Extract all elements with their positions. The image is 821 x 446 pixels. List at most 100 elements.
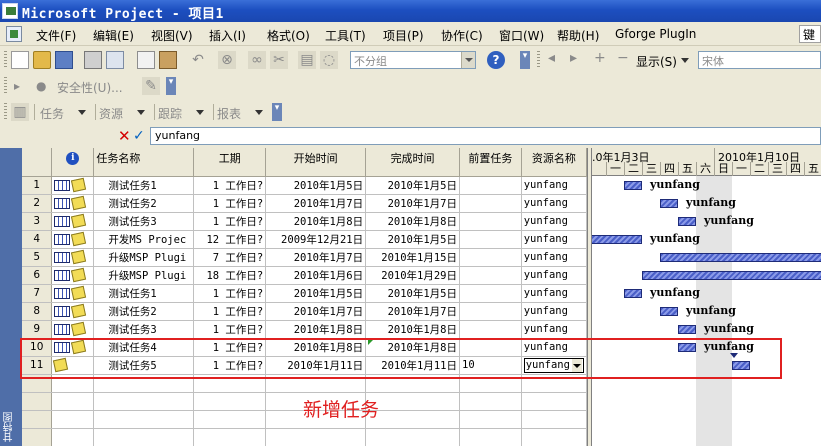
project-app-icon[interactable] bbox=[2, 3, 18, 19]
track-menu[interactable]: 跟踪 bbox=[158, 105, 205, 122]
duration-cell[interactable] bbox=[193, 410, 267, 429]
menu-collaborate[interactable]: 协作(C) bbox=[441, 27, 483, 44]
duration-cell[interactable]: 7 工作日? bbox=[193, 248, 267, 267]
group-by-select[interactable]: 不分组 bbox=[350, 51, 476, 69]
indicators-cell[interactable] bbox=[51, 266, 95, 285]
duration-cell[interactable]: 1 工作日? bbox=[193, 176, 267, 195]
row-number[interactable]: 4 bbox=[22, 230, 53, 249]
resource-cell[interactable]: yunfang bbox=[521, 284, 587, 303]
duration-cell[interactable]: 1 工作日? bbox=[193, 212, 267, 231]
gantt-bar[interactable] bbox=[678, 325, 696, 334]
start-cell[interactable]: 2010年1月5日 bbox=[265, 176, 367, 195]
visual-basic-icon[interactable]: ✎ bbox=[142, 77, 160, 95]
row-number[interactable]: 6 bbox=[22, 266, 53, 285]
menu-window[interactable]: 窗口(W) bbox=[499, 27, 544, 44]
hyperlink-icon[interactable]: ⊗ bbox=[218, 51, 236, 69]
font-select[interactable]: 宋体 bbox=[698, 51, 821, 69]
resource-cell[interactable]: yunfang bbox=[521, 266, 587, 285]
gantt-bar[interactable] bbox=[624, 289, 642, 298]
row-number[interactable]: 5 bbox=[22, 248, 53, 267]
report-menu[interactable]: 报表 bbox=[217, 105, 264, 122]
row-number[interactable]: 1 bbox=[22, 176, 53, 195]
confirm-entry-icon[interactable]: ✓ bbox=[133, 129, 145, 143]
duration-cell[interactable]: 1 工作日? bbox=[193, 302, 267, 321]
start-cell[interactable]: 2010年1月6日 bbox=[265, 266, 367, 285]
finish-cell[interactable]: 2010年1月5日 bbox=[365, 176, 461, 195]
toolbar-grip[interactable] bbox=[4, 51, 7, 68]
task-name-cell[interactable]: 测试任务1 bbox=[93, 176, 195, 195]
indicators-cell[interactable] bbox=[51, 230, 95, 249]
column-header-start[interactable]: 开始时间 bbox=[265, 148, 367, 177]
task-name-cell[interactable] bbox=[93, 410, 195, 429]
task-name-cell[interactable]: 开发MS Projec bbox=[93, 230, 195, 249]
predecessors-cell[interactable] bbox=[459, 194, 522, 213]
finish-cell[interactable]: 2010年1月7日 bbox=[365, 194, 461, 213]
menu-file[interactable]: 文件(F) bbox=[36, 27, 76, 44]
resource-cell[interactable]: yunfang bbox=[521, 302, 587, 321]
column-header-predecessors[interactable]: 前置任务 bbox=[459, 148, 522, 177]
split-task-icon[interactable]: ◌ bbox=[320, 51, 338, 69]
finish-cell[interactable] bbox=[365, 428, 461, 446]
start-cell[interactable]: 2010年1月7日 bbox=[265, 248, 367, 267]
predecessors-cell[interactable] bbox=[459, 428, 522, 446]
menu-edit[interactable]: 编辑(E) bbox=[93, 27, 134, 44]
menu-insert[interactable]: 插入(I) bbox=[209, 27, 246, 44]
column-header-finish[interactable]: 完成时间 bbox=[365, 148, 461, 177]
indicators-cell[interactable] bbox=[51, 248, 95, 267]
toolbar-grip[interactable] bbox=[4, 103, 7, 120]
table-row[interactable]: 8 测试任务2 1 工作日? 2010年1月7日 2010年1月7日 yunfang bbox=[22, 302, 587, 321]
row-number[interactable]: 9 bbox=[22, 320, 53, 339]
duration-cell[interactable]: 1 工作日? bbox=[193, 194, 267, 213]
play-icon[interactable]: ▸ bbox=[14, 79, 20, 93]
resource-cell[interactable]: yunfang bbox=[521, 230, 587, 249]
predecessors-cell[interactable] bbox=[459, 230, 522, 249]
start-cell[interactable]: 2010年1月8日 bbox=[265, 212, 367, 231]
row-number[interactable]: 2 bbox=[22, 194, 53, 213]
zoom-out-icon[interactable]: − bbox=[617, 50, 629, 66]
predecessors-cell[interactable] bbox=[459, 392, 522, 411]
row-number[interactable]: 7 bbox=[22, 284, 53, 303]
duration-cell[interactable]: 12 工作日? bbox=[193, 230, 267, 249]
start-cell[interactable] bbox=[265, 428, 367, 446]
row-number[interactable] bbox=[22, 392, 53, 411]
gantt-bar[interactable] bbox=[592, 235, 642, 244]
duration-cell[interactable]: 18 工作日? bbox=[193, 266, 267, 285]
finish-cell[interactable]: 2010年1月5日 bbox=[365, 284, 461, 303]
duration-cell[interactable] bbox=[193, 392, 267, 411]
paste-icon[interactable] bbox=[159, 51, 177, 69]
gantt-bar[interactable] bbox=[660, 199, 678, 208]
project-guide-icon[interactable]: ▥ bbox=[11, 103, 29, 121]
indicators-cell[interactable] bbox=[51, 176, 95, 195]
show-menu[interactable]: 显示(S) bbox=[636, 53, 689, 70]
predecessors-cell[interactable] bbox=[459, 266, 522, 285]
indicators-cell[interactable] bbox=[51, 212, 95, 231]
gantt-bar[interactable] bbox=[642, 271, 821, 280]
task-name-cell[interactable]: 测试任务2 bbox=[93, 302, 195, 321]
indicators-cell[interactable] bbox=[51, 302, 95, 321]
menu-tools[interactable]: 工具(T) bbox=[325, 27, 366, 44]
duration-cell[interactable] bbox=[193, 428, 267, 446]
entry-input[interactable]: yunfang bbox=[150, 127, 821, 145]
table-row[interactable] bbox=[22, 428, 587, 446]
gantt-timescale[interactable]: .0年1月3日 2010年1月10日 一二三四五六日一二三四五 bbox=[592, 148, 821, 176]
view-bar[interactable]: 甘特图 bbox=[0, 148, 22, 446]
row-number[interactable]: 3 bbox=[22, 212, 53, 231]
indicators-cell[interactable] bbox=[51, 284, 95, 303]
table-row[interactable]: 9 测试任务3 1 工作日? 2010年1月8日 2010年1月8日 yunfang bbox=[22, 320, 587, 339]
duration-cell[interactable]: 1 工作日? bbox=[193, 320, 267, 339]
indicators-cell[interactable] bbox=[51, 194, 95, 213]
finish-cell[interactable]: 2010年1月5日 bbox=[365, 230, 461, 249]
print-icon[interactable] bbox=[84, 51, 102, 69]
menu-gforge-plugin[interactable]: Gforge PlugIn bbox=[615, 27, 696, 41]
security-button[interactable]: 安全性(U)... bbox=[57, 79, 123, 96]
gantt-bar[interactable] bbox=[660, 253, 821, 262]
toolbar-options-icon[interactable]: ▾ bbox=[520, 51, 530, 69]
toolbar-options-icon[interactable]: ▾ bbox=[166, 77, 176, 95]
indicators-cell[interactable] bbox=[51, 410, 95, 429]
table-row[interactable]: 1 测试任务1 1 工作日? 2010年1月5日 2010年1月5日 yunfang bbox=[22, 176, 587, 195]
gantt-bar[interactable] bbox=[678, 217, 696, 226]
menu-help[interactable]: 帮助(H) bbox=[557, 27, 599, 44]
task-name-cell[interactable]: 升级MSP Plugi bbox=[93, 266, 195, 285]
indicators-header[interactable]: i bbox=[51, 148, 95, 177]
duration-cell[interactable]: 1 工作日? bbox=[193, 284, 267, 303]
